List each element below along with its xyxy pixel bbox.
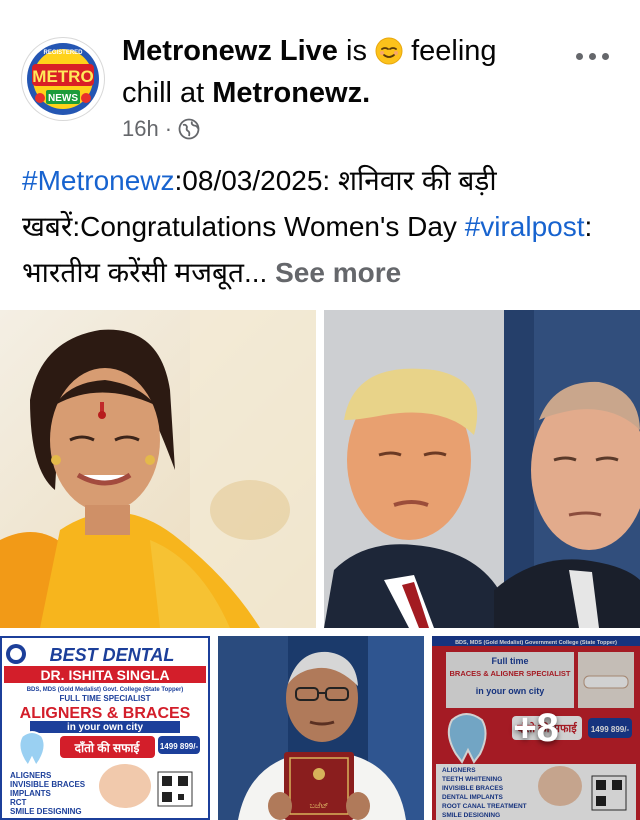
leaders-image: [324, 310, 640, 628]
dental1-list-item: IMPLANTS: [10, 789, 52, 798]
dental1-list-item: SMILE DESIGNING: [10, 807, 82, 816]
dental1-list-item: RCT: [10, 798, 27, 807]
photo-woman[interactable]: [0, 310, 316, 628]
dental1-sub: in your own city: [67, 722, 144, 733]
author-name[interactable]: Metronewz Live: [122, 35, 338, 67]
meta-separator: ·: [164, 116, 173, 141]
dental-ad-1-image: BEST DENTAL DR. ISHITA SINGLA BDS, MDS (…: [0, 636, 210, 820]
globe-icon[interactable]: [178, 118, 200, 140]
place-name[interactable]: Metronewz: [212, 77, 362, 109]
photo-dental-ad-2[interactable]: BDS, MDS (Gold Medalist) Government Coll…: [432, 636, 640, 820]
post-header: METRO REGISTERED NEWS Metronewz Live is …: [0, 0, 640, 160]
is-text: is: [346, 35, 367, 67]
post-caption: #Metronewz:08/03/2025: शनिवार की बड़ी खब…: [22, 158, 622, 296]
post-title: Metronewz Live is feeling chill at Metro…: [122, 30, 562, 114]
logo-metro-text: METRO: [32, 67, 93, 86]
man-with-book-image: ಬಜೆಟ್: [218, 636, 424, 820]
hashtag-metronewz[interactable]: #Metronewz: [22, 165, 175, 196]
dental1-title: BEST DENTAL: [50, 645, 175, 665]
hashtag-viralpost[interactable]: #viralpost: [465, 211, 585, 242]
logo-news-text: NEWS: [48, 93, 78, 104]
photo-grid: BEST DENTAL DR. ISHITA SINGLA BDS, MDS (…: [0, 310, 640, 820]
title-period: .: [362, 77, 371, 109]
photo-man-with-book[interactable]: ಬಜೆಟ್: [218, 636, 424, 820]
more-dot: [575, 52, 583, 60]
dental1-list-item: ALIGNERS: [10, 771, 52, 780]
more-dot: [601, 52, 609, 60]
dental1-specialist: FULL TIME SPECIALIST: [60, 694, 151, 703]
photo-leaders[interactable]: [324, 310, 640, 628]
metro-logo: METRO REGISTERED NEWS: [23, 39, 103, 119]
see-more-link[interactable]: See more: [275, 257, 401, 288]
feeling-text: feeling: [411, 35, 497, 67]
dental1-offer: दाँतो की सफाई: [74, 741, 141, 755]
photo-dental-ad-1[interactable]: BEST DENTAL DR. ISHITA SINGLA BDS, MDS (…: [0, 636, 210, 820]
woman-image: [0, 310, 316, 628]
relieved-face-icon: [375, 37, 403, 65]
post-meta: 16h ·: [122, 116, 200, 142]
dental1-service: ALIGNERS & BRACES: [20, 705, 191, 722]
more-dot: [588, 52, 596, 60]
page-avatar[interactable]: METRO REGISTERED NEWS: [22, 38, 104, 120]
dental1-degree: BDS, MDS (Gold Medalist) Govt. College (…: [27, 687, 184, 693]
dental1-price: 1499 899/-: [160, 742, 199, 751]
logo-registered-text: REGISTERED: [43, 50, 83, 56]
more-photos-count[interactable]: +8: [432, 636, 640, 820]
activity-text: chill at: [122, 77, 205, 109]
dental1-doctor: DR. ISHITA SINGLA: [40, 667, 169, 683]
book-title: ಬಜೆಟ್: [310, 801, 329, 810]
more-options-button[interactable]: [572, 46, 612, 66]
post-time[interactable]: 16h: [122, 116, 159, 142]
dental1-list-item: INVISIBLE BRACES: [10, 780, 86, 789]
